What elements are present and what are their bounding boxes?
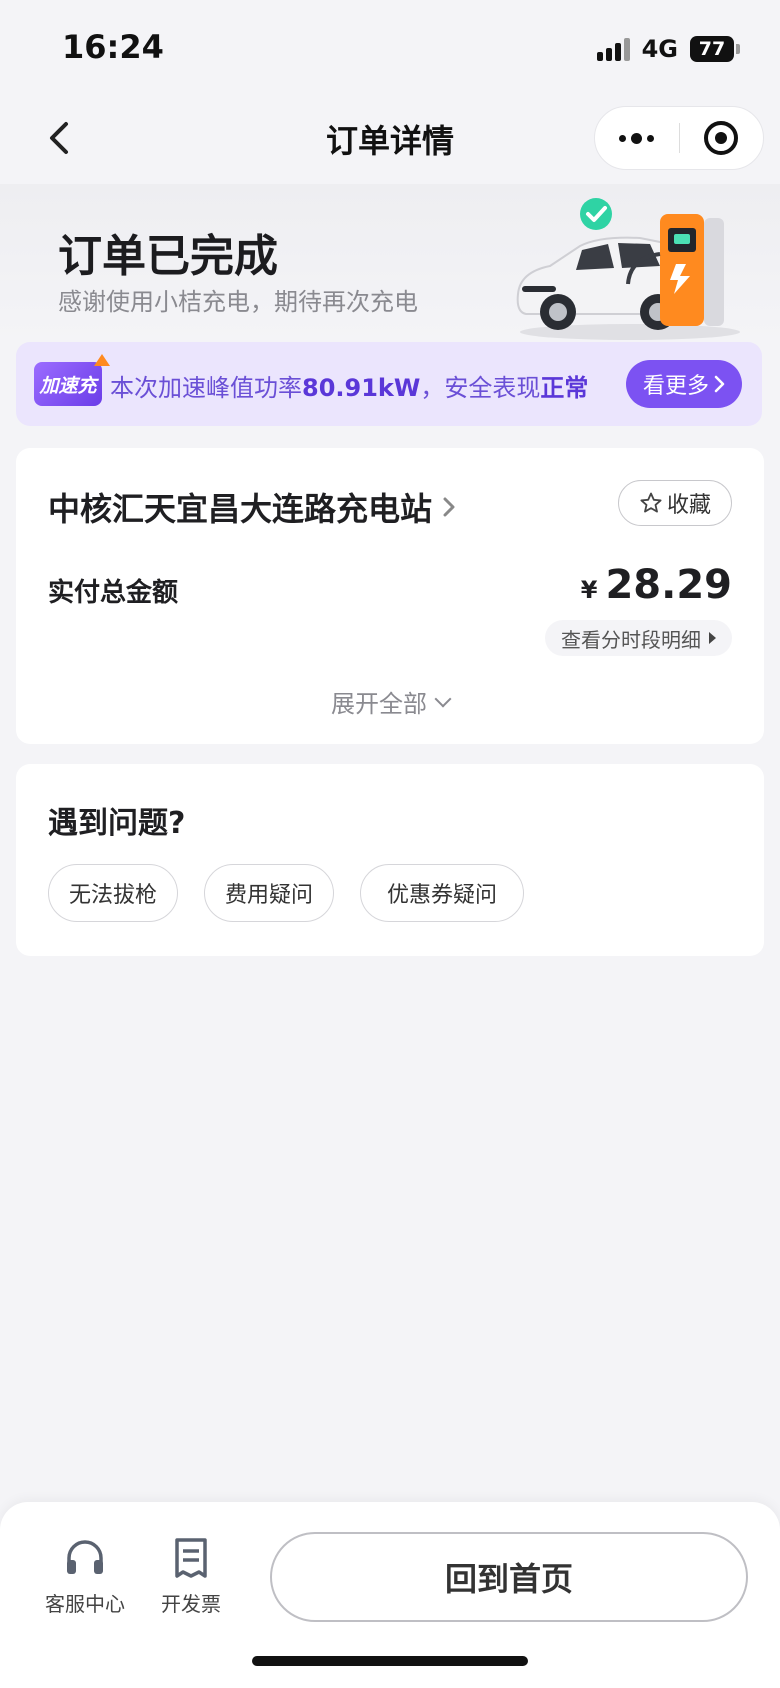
status-indicators: 4G 77: [596, 34, 740, 64]
boost-text-prefix: 本次加速峰值功率: [110, 374, 302, 402]
up-arrow-icon: [94, 354, 110, 366]
paid-total-label: 实付总金额: [48, 578, 179, 608]
caret-right-icon: [709, 632, 716, 644]
customer-service-label: 客服中心: [45, 1592, 125, 1616]
battery-icon: 77: [690, 36, 740, 62]
problem-card: 遇到问题? 无法拔枪 费用疑问 优惠券疑问: [16, 764, 764, 956]
close-program-button[interactable]: [680, 107, 764, 169]
car-charging-illustration: [516, 198, 740, 340]
home-indicator: [252, 1656, 528, 1666]
more-dots-icon: [619, 132, 655, 144]
chevron-right-icon: [443, 497, 455, 517]
chevron-right-icon: [714, 375, 725, 393]
signal-icon: [596, 37, 630, 61]
issue-chip-fee[interactable]: 费用疑问: [204, 864, 334, 922]
issue-chip-coupon[interactable]: 优惠券疑问: [360, 864, 524, 922]
network-type: 4G: [641, 35, 678, 63]
invoice-label: 开发票: [161, 1592, 221, 1616]
see-more-button[interactable]: 看更多: [626, 360, 742, 408]
nav-bar: 订单详情: [0, 96, 780, 184]
peak-power-value: 80.91kW: [302, 374, 421, 402]
order-status-subtitle: 感谢使用小桔充电，期待再次充电: [58, 288, 418, 316]
expand-label: 展开全部: [331, 690, 427, 718]
problem-title: 遇到问题?: [48, 806, 186, 841]
headset-icon: [67, 1540, 103, 1574]
status-bar: 16:24 4G 77: [0, 0, 780, 96]
favorite-button[interactable]: 收藏: [618, 480, 732, 526]
invoice-button[interactable]: 开发票: [136, 1536, 246, 1617]
status-time: 16:24: [62, 28, 164, 66]
time-period-detail-link[interactable]: 查看分时段明细: [545, 620, 732, 656]
favorite-label: 收藏: [666, 493, 711, 518]
boost-badge: 加速充: [34, 362, 102, 406]
safety-status: 正常: [540, 374, 589, 402]
issue-chip-unplug[interactable]: 无法拔枪: [48, 864, 178, 922]
mini-program-capsule: [594, 106, 764, 170]
station-card: 中核汇天宜昌大连路充电站 收藏 实付总金额 ¥ 28.29 查看分时段明细 展开…: [16, 448, 764, 744]
more-button[interactable]: [595, 107, 679, 169]
chevron-down-icon: [434, 690, 452, 707]
amount-value: 28.29: [605, 562, 732, 608]
station-link[interactable]: 中核汇天宜昌大连路充电站: [48, 484, 456, 530]
boost-text-middle: ，安全表现: [420, 374, 541, 402]
boost-banner: 加速充 本次加速峰值功率80.91kW，安全表现正常 看更多: [16, 342, 762, 426]
currency-symbol: ¥: [580, 576, 598, 604]
order-status-header: 订单已完成 感谢使用小桔充电，期待再次充电: [0, 184, 780, 344]
boost-summary: 本次加速峰值功率80.91kW，安全表现正常: [110, 368, 588, 403]
back-to-home-button[interactable]: 回到首页: [270, 1532, 748, 1622]
order-status-title: 订单已完成: [58, 231, 278, 282]
expand-all-button[interactable]: 展开全部: [16, 684, 764, 719]
see-more-label: 看更多: [642, 374, 709, 399]
battery-level: 77: [690, 36, 734, 62]
target-icon: [704, 121, 739, 155]
star-icon: [640, 492, 662, 513]
customer-service-button[interactable]: 客服中心: [30, 1536, 140, 1617]
detail-label: 查看分时段明细: [561, 627, 701, 652]
paid-total-amount: ¥ 28.29: [581, 562, 732, 608]
receipt-icon: [175, 1538, 207, 1578]
station-name: 中核汇天宜昌大连路充电站: [48, 490, 433, 528]
